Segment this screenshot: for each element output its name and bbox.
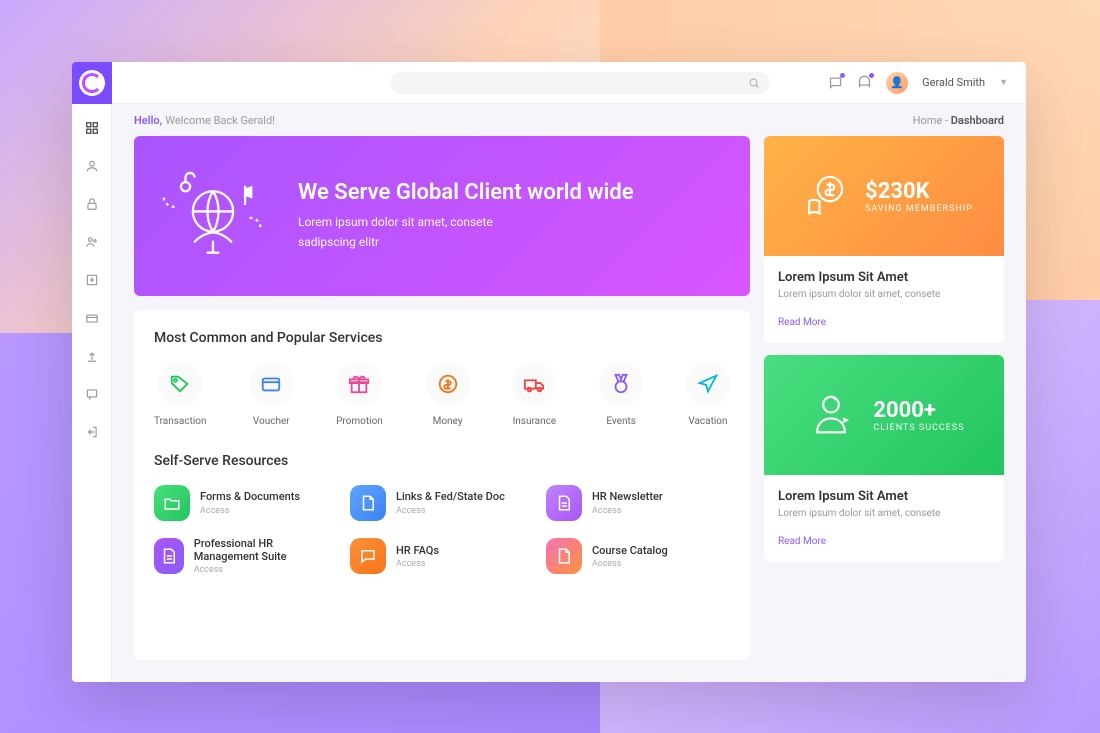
sidebar-item-logout[interactable]	[82, 422, 102, 442]
avatar[interactable]: 👤	[886, 72, 908, 94]
resource-item[interactable]: HR Newsletter Access	[546, 485, 730, 521]
dollar-icon	[795, 168, 851, 224]
services-title: Most Common and Popular Services	[154, 330, 730, 346]
globe-icon	[158, 161, 268, 271]
notifications-icon[interactable]	[857, 75, 872, 90]
truck-icon	[512, 362, 556, 406]
person-icon	[803, 387, 859, 443]
card-desc: Lorem ipsum dolor sit amet, consete	[778, 508, 990, 519]
resource-item[interactable]: Course Catalog Access	[546, 537, 730, 575]
resource-sub: Access	[200, 506, 300, 516]
service-label: Promotion	[336, 416, 383, 427]
chevron-down-icon[interactable]: ▼	[999, 77, 1008, 88]
service-money[interactable]: Money	[426, 362, 470, 427]
service-insurance[interactable]: Insurance	[512, 362, 556, 427]
doc2-icon	[154, 538, 184, 574]
service-vacation[interactable]: Vacation	[686, 362, 730, 427]
hero-banner: We Serve Global Client world wide Lorem …	[134, 136, 750, 296]
sidebar-item-chat[interactable]	[82, 384, 102, 404]
resource-title: Course Catalog	[592, 544, 668, 557]
card-icon	[249, 362, 293, 406]
breadcrumb-home[interactable]: Home	[913, 114, 943, 127]
service-label: Insurance	[513, 416, 557, 427]
card-value: 2000+	[873, 398, 964, 423]
sidebar-item-lock[interactable]	[82, 194, 102, 214]
resource-sub: Access	[396, 506, 505, 516]
main-area: 👤 Gerald Smith ▼ Hello, Welcome Back Ger…	[112, 62, 1026, 682]
card-subtitle: CLIENTS SUCCESS	[873, 423, 964, 433]
logo[interactable]	[72, 62, 112, 104]
hero-title: We Serve Global Client world wide	[298, 180, 634, 205]
resource-item[interactable]: HR FAQs Access	[350, 537, 534, 575]
folder-icon	[154, 485, 190, 521]
service-label: Events	[606, 416, 636, 427]
sidebar	[72, 62, 112, 682]
stat-card: 2000+CLIENTS SUCCESS Lorem Ipsum Sit Amet…	[764, 355, 1004, 562]
tag-icon	[158, 362, 202, 406]
plane-icon	[686, 362, 730, 406]
resource-title: Professional HR Management Suite	[194, 537, 338, 563]
card-header: 2000+CLIENTS SUCCESS	[764, 355, 1004, 475]
service-transaction[interactable]: Transaction	[154, 362, 207, 427]
card-title: Lorem Ipsum Sit Amet	[778, 489, 990, 504]
breadcrumb-row: Hello, Welcome Back Gerald! Home - Dashb…	[112, 104, 1026, 136]
resource-title: Forms & Documents	[200, 490, 300, 503]
topbar: 👤 Gerald Smith ▼	[112, 62, 1026, 104]
services-panel: Most Common and Popular Services Transac…	[134, 310, 750, 660]
hero-desc: Lorem ipsum dolor sit amet, consetesadip…	[298, 213, 634, 251]
card-value: $230K	[865, 179, 973, 204]
service-promotion[interactable]: Promotion	[336, 362, 383, 427]
resource-item[interactable]: Links & Fed/State Doc Access	[350, 485, 534, 521]
resource-sub: Access	[592, 506, 663, 516]
resource-sub: Access	[592, 559, 668, 569]
messages-icon[interactable]	[828, 75, 843, 90]
card-desc: Lorem ipsum dolor sit amet, consete	[778, 289, 990, 300]
hello-text: Hello,	[134, 114, 162, 127]
card-subtitle: SAVING MEMBERSHIP	[865, 204, 973, 214]
resource-sub: Access	[396, 559, 439, 569]
username: Gerald Smith	[922, 76, 985, 89]
welcome-text: Welcome Back Gerald!	[165, 114, 275, 127]
service-label: Voucher	[253, 416, 290, 427]
resource-title: Links & Fed/State Doc	[396, 490, 505, 503]
money-icon	[426, 362, 470, 406]
resource-item[interactable]: Forms & Documents Access	[154, 485, 338, 521]
sidebar-item-card[interactable]	[82, 308, 102, 328]
sidebar-item-download[interactable]	[82, 270, 102, 290]
doc2-icon	[546, 485, 582, 521]
service-voucher[interactable]: Voucher	[249, 362, 293, 427]
gift-icon	[337, 362, 381, 406]
search-input[interactable]	[400, 76, 748, 89]
sidebar-item-user[interactable]	[82, 156, 102, 176]
read-more-link[interactable]: Read More	[778, 536, 826, 547]
stat-card: $230KSAVING MEMBERSHIP Lorem Ipsum Sit Am…	[764, 136, 1004, 343]
breadcrumb: Home - Dashboard	[913, 114, 1004, 127]
resource-item[interactable]: Professional HR Management Suite Access	[154, 537, 338, 575]
doc-icon	[546, 538, 582, 574]
service-label: Vacation	[688, 416, 727, 427]
sidebar-item-people[interactable]	[82, 232, 102, 252]
search-icon	[748, 77, 760, 89]
service-label: Money	[433, 416, 463, 427]
medal-icon	[599, 362, 643, 406]
card-header: $230KSAVING MEMBERSHIP	[764, 136, 1004, 256]
sidebar-item-dashboard[interactable]	[82, 118, 102, 138]
resource-title: HR FAQs	[396, 544, 439, 557]
resources-title: Self-Serve Resources	[154, 453, 730, 469]
content: We Serve Global Client world wide Lorem …	[112, 136, 1026, 682]
service-events[interactable]: Events	[599, 362, 643, 427]
app-window: 👤 Gerald Smith ▼ Hello, Welcome Back Ger…	[72, 62, 1026, 682]
breadcrumb-current: Dashboard	[951, 114, 1004, 127]
sidebar-item-upload[interactable]	[82, 346, 102, 366]
resource-title: HR Newsletter	[592, 490, 663, 503]
chat-icon	[350, 538, 386, 574]
card-title: Lorem Ipsum Sit Amet	[778, 270, 990, 285]
search-bar[interactable]	[390, 72, 770, 94]
doc-icon	[350, 485, 386, 521]
read-more-link[interactable]: Read More	[778, 317, 826, 328]
service-label: Transaction	[154, 416, 207, 427]
resource-sub: Access	[194, 565, 338, 575]
